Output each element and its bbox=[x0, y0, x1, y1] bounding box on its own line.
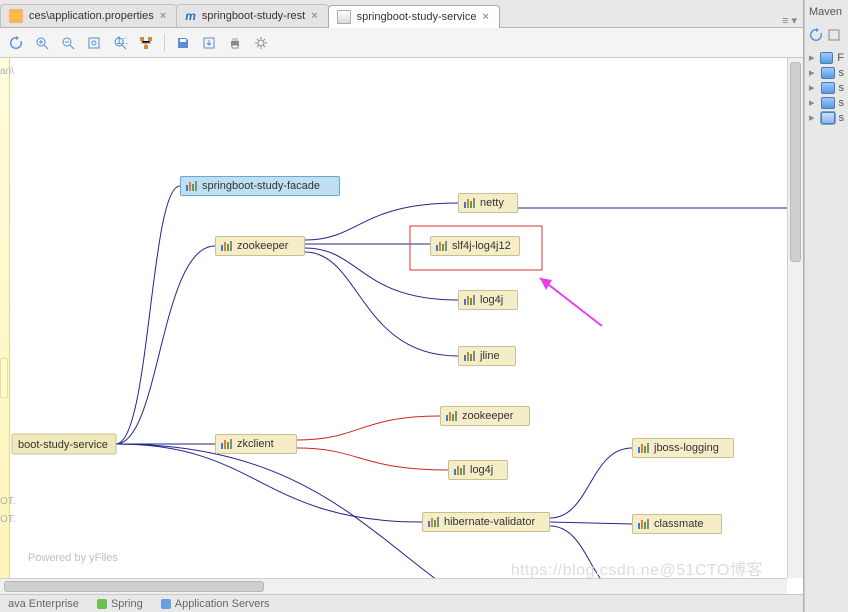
tab-label: ces\application.properties bbox=[29, 10, 154, 22]
dependency-node[interactable]: zookeeper bbox=[215, 236, 305, 256]
tool-window-title: Maven bbox=[805, 0, 848, 26]
refresh-icon[interactable] bbox=[809, 28, 823, 42]
refresh-icon[interactable] bbox=[6, 33, 26, 53]
node-label: netty bbox=[480, 197, 504, 209]
tab-springboot-study-rest[interactable]: m springboot-study-rest × bbox=[176, 4, 328, 27]
close-icon[interactable]: × bbox=[160, 10, 166, 22]
dependency-node[interactable]: classmate bbox=[632, 514, 722, 534]
close-icon[interactable]: × bbox=[482, 11, 488, 23]
dependency-node[interactable]: netty bbox=[458, 193, 518, 213]
tab-label: springboot-study-service bbox=[357, 11, 477, 23]
scrollbar-vertical[interactable] bbox=[787, 58, 803, 578]
collapse-icon[interactable] bbox=[827, 28, 841, 42]
maven-tool-window: Maven ▸F ▸s ▸s ▸s ▸s bbox=[804, 0, 848, 612]
node-label: log4j bbox=[470, 464, 493, 476]
node-label: slf4j-log4j12 bbox=[452, 240, 511, 252]
tab-list-icon[interactable]: ≡ ▾ bbox=[782, 14, 797, 27]
node-label: jline bbox=[480, 350, 500, 362]
dependency-node[interactable]: zkclient bbox=[215, 434, 297, 454]
properties-file-icon bbox=[9, 9, 23, 23]
node-label: zookeeper bbox=[237, 240, 288, 252]
tree-item[interactable]: ▸s bbox=[807, 65, 846, 80]
export-icon[interactable] bbox=[199, 33, 219, 53]
status-item[interactable]: Application Servers bbox=[161, 598, 270, 610]
diagram-toolbar: 1:1 bbox=[0, 28, 803, 58]
status-bar: ava Enterprise Spring Application Server… bbox=[0, 594, 803, 612]
node-label: zookeeper bbox=[462, 410, 513, 422]
node-label: hibernate-validator bbox=[444, 516, 535, 528]
tree-item[interactable]: ▸s bbox=[807, 110, 846, 125]
node-label: zkclient bbox=[237, 438, 274, 450]
tab-label: springboot-study-rest bbox=[202, 10, 305, 22]
editor-tabs: ces\application.properties × m springboo… bbox=[0, 0, 803, 28]
node-label: jboss-logging bbox=[654, 442, 719, 454]
zoom-out-icon[interactable] bbox=[58, 33, 78, 53]
dependency-node[interactable]: jline bbox=[458, 346, 516, 366]
dependency-node[interactable]: log4j bbox=[448, 460, 508, 480]
dependency-node[interactable]: log4j bbox=[458, 290, 518, 310]
scrollbar-horizontal[interactable] bbox=[0, 578, 787, 594]
status-item[interactable]: ava Enterprise bbox=[8, 598, 79, 610]
zoom-actual-icon[interactable]: 1:1 bbox=[110, 33, 130, 53]
dependency-node[interactable]: zookeeper bbox=[440, 406, 530, 426]
tree-item[interactable]: ▸F bbox=[807, 50, 846, 65]
settings-icon[interactable] bbox=[251, 33, 271, 53]
zoom-fit-icon[interactable] bbox=[84, 33, 104, 53]
tree-item[interactable]: ▸s bbox=[807, 95, 846, 110]
save-icon[interactable] bbox=[173, 33, 193, 53]
close-icon[interactable]: × bbox=[311, 10, 317, 22]
diagram-file-icon bbox=[337, 10, 351, 24]
dependency-node[interactable]: jboss-logging bbox=[632, 438, 734, 458]
tab-springboot-study-service[interactable]: springboot-study-service × bbox=[328, 5, 500, 28]
zoom-in-icon[interactable] bbox=[32, 33, 52, 53]
maven-projects-tree: ▸F ▸s ▸s ▸s ▸s bbox=[805, 48, 848, 127]
status-item[interactable]: Spring bbox=[97, 598, 143, 610]
layout-icon[interactable] bbox=[136, 33, 156, 53]
dependency-node[interactable]: hibernate-validator bbox=[422, 512, 550, 532]
maven-file-icon: m bbox=[185, 9, 196, 23]
powered-by-label: Powered by yFiles bbox=[28, 552, 118, 564]
svg-text:1:1: 1:1 bbox=[116, 36, 127, 47]
dependency-node[interactable]: slf4j-log4j12 bbox=[430, 236, 520, 256]
diagram-canvas[interactable]: an\ OT. OT. bbox=[0, 58, 803, 594]
watermark: https://blog.csdn.ne@51CTO博客 bbox=[511, 556, 763, 580]
node-label: log4j bbox=[480, 294, 503, 306]
tab-application-properties[interactable]: ces\application.properties × bbox=[0, 4, 177, 27]
print-icon[interactable] bbox=[225, 33, 245, 53]
node-label: springboot-study-facade bbox=[202, 180, 320, 192]
node-label: classmate bbox=[654, 518, 704, 530]
tree-item[interactable]: ▸s bbox=[807, 80, 846, 95]
dependency-node[interactable]: springboot-study-facade bbox=[180, 176, 340, 196]
